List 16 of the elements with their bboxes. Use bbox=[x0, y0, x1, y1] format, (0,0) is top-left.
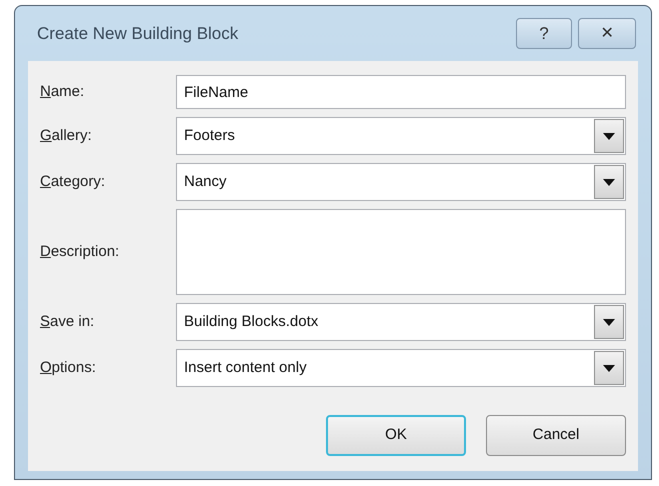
field-label: Category: bbox=[40, 173, 106, 190]
dialog-button[interactable]: Cancel bbox=[486, 415, 626, 456]
field-label: Gallery: bbox=[40, 127, 92, 144]
dropdown-field[interactable]: Insert content only bbox=[176, 349, 626, 387]
dialog-button[interactable]: OK bbox=[326, 415, 466, 456]
dropdown-field[interactable]: Building Blocks.dotx bbox=[176, 303, 626, 341]
window-title: Create New Building Block bbox=[36, 22, 240, 45]
help-button[interactable]: ? bbox=[516, 18, 572, 49]
text-field[interactable]: FileName bbox=[176, 75, 626, 109]
field-label: Name: bbox=[40, 83, 84, 100]
field-label: Save in: bbox=[40, 313, 94, 330]
close-button[interactable]: ✕ bbox=[578, 18, 636, 49]
field-label: Options: bbox=[40, 359, 96, 376]
field-label: Description: bbox=[40, 243, 120, 260]
dropdown-field[interactable]: Footers bbox=[176, 117, 626, 155]
dropdown-field[interactable]: Nancy bbox=[176, 163, 626, 201]
